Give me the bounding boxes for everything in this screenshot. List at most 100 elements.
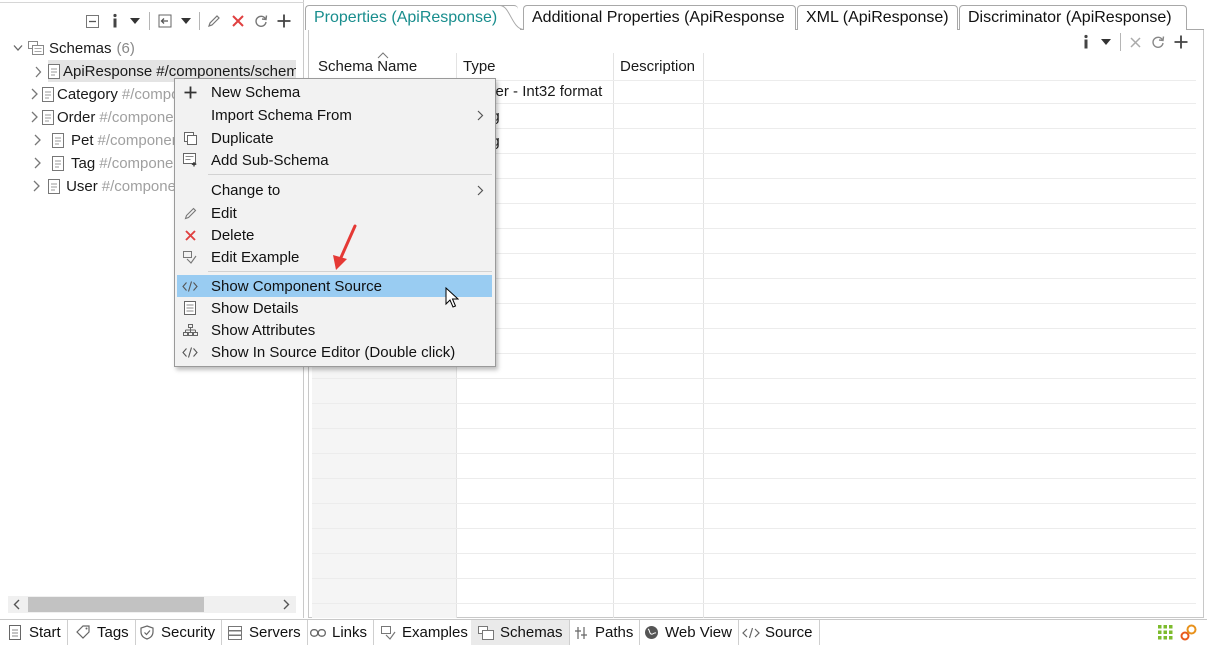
toolbar-separator [199,12,200,30]
tree-root-count: (6) [116,39,135,57]
bottom-tab-servers[interactable]: Servers [220,620,308,645]
tab-additional-properties[interactable]: Additional Properties (ApiResponse [523,5,796,30]
bottom-tab-security[interactable]: Security [132,620,223,645]
row-divider [312,553,1196,554]
import-dropdown-icon[interactable] [179,10,193,32]
toolbar-separator [1120,33,1121,51]
bottom-tab-start[interactable]: Start [0,620,68,645]
tab-properties[interactable]: Properties (ApiResponse) [305,5,518,30]
code-icon [181,343,199,361]
schema-document-icon [42,86,54,102]
server-icon [226,625,244,641]
chevron-right-icon[interactable] [30,157,46,169]
info-icon[interactable] [1079,32,1093,52]
add-plus-icon[interactable] [276,10,292,32]
row-divider [312,528,1196,529]
column-divider [703,53,704,618]
menu-item-label: Import Schema From [211,106,352,124]
schema-document-icon [48,63,60,79]
menu-item-add-sub-schema[interactable]: Add Sub-Schema [177,149,492,171]
chevron-down-icon[interactable] [10,45,26,51]
bottom-tab-examples[interactable]: Examples [373,620,475,645]
tree-item-label: Category [57,85,118,103]
gears-icon[interactable] [1180,624,1198,641]
menu-item-show-attributes[interactable]: Show Attributes [177,319,492,341]
collapse-all-icon[interactable] [84,10,100,32]
tree-item-path: #/components/schemas/ApiResponse [156,62,296,80]
scroll-left-icon[interactable] [10,598,24,611]
submenu-arrow-icon [477,185,484,196]
annotation-arrow-icon [330,224,360,272]
bottom-tab-source[interactable]: Source [736,620,820,645]
schema-document-icon [48,155,68,171]
bottom-tab-paths[interactable]: Paths [566,620,641,645]
chevron-right-icon[interactable] [30,180,44,192]
menu-item-label: Delete [211,226,255,244]
bottom-tab-schemas[interactable]: Schemas [471,620,570,645]
add-plus-icon[interactable] [1173,32,1189,52]
bottom-tab-links[interactable]: Links [303,620,375,645]
schemas-folder-icon [26,41,46,55]
schema-document-icon [46,178,63,194]
info-icon[interactable] [108,10,122,32]
column-header-schema-name[interactable]: Schema Name [318,58,417,75]
chevron-right-icon[interactable] [30,134,46,146]
column-header-description[interactable]: Description [620,58,695,75]
tree-item-label: User [66,177,98,195]
bottom-tab-label: Links [332,624,368,641]
hierarchy-icon [181,321,199,339]
row-divider [312,403,1196,404]
menu-item-import-schema-from[interactable]: Import Schema From [177,104,492,126]
chevron-right-icon[interactable] [30,111,40,123]
code-icon [742,625,760,641]
delete-x-icon[interactable] [1128,32,1142,52]
bottom-tab-label: Web View [665,624,732,641]
toolbar-separator [149,12,150,30]
column-header-type[interactable]: Type [463,58,496,75]
paths-icon [572,625,590,641]
bottom-tab-tags[interactable]: Tags [68,620,136,645]
column-divider [613,53,614,618]
tab-xml[interactable]: XML (ApiResponse) [797,5,958,30]
tree-root-schemas[interactable]: Schemas (6) [10,37,300,59]
duplicate-icon [181,129,199,147]
details-icon [181,299,199,317]
import-icon[interactable] [157,10,173,32]
bottom-tab-web-view[interactable]: Web View [636,620,739,645]
shield-icon [138,625,156,641]
refresh-icon[interactable] [253,10,269,32]
menu-item-duplicate[interactable]: Duplicate [177,127,492,149]
menu-item-show-in-source-editor[interactable]: Show In Source Editor (Double click) [177,341,492,363]
menu-item-label: Change to [211,181,281,199]
info-dropdown-icon[interactable] [1099,32,1113,52]
refresh-icon[interactable] [1150,32,1166,52]
link-icon [309,625,327,641]
menu-item-edit[interactable]: Edit [177,202,492,224]
chevron-right-icon[interactable] [30,66,46,78]
delete-x-icon [181,226,199,244]
row-divider [312,453,1196,454]
menu-item-new-schema[interactable]: New Schema [177,81,492,103]
tree-item-label: Order [57,108,96,126]
chevron-right-icon[interactable] [30,88,40,100]
delete-x-icon[interactable] [230,10,246,32]
row-divider [312,478,1196,479]
tree-item-label: ApiResponse [63,62,153,80]
pencil-icon[interactable] [206,10,222,32]
menu-item-change-to[interactable]: Change to [177,179,492,201]
scroll-right-icon[interactable] [279,598,293,611]
row-divider [312,578,1196,579]
info-dropdown-icon[interactable] [128,10,142,32]
bottom-tab-label: Start [29,624,61,641]
scrollbar-thumb[interactable] [28,597,204,612]
bottom-tab-label: Source [765,624,813,641]
globe-icon [642,625,660,641]
document-icon [6,625,24,641]
bottom-tab-label: Servers [249,624,301,641]
grid-dots-icon[interactable] [1158,625,1173,640]
example-icon [379,625,397,641]
bottom-tab-label: Tags [97,624,129,641]
schema-document-icon [42,109,54,125]
tab-discriminator[interactable]: Discriminator (ApiResponse) [959,5,1187,30]
tree-root-label: Schemas [49,39,112,57]
